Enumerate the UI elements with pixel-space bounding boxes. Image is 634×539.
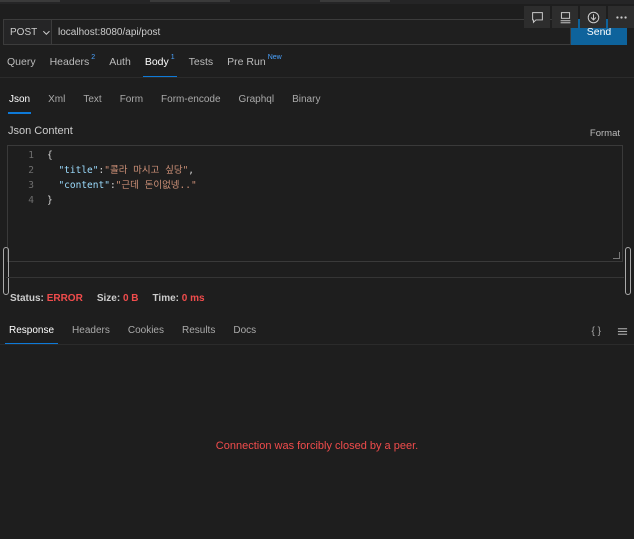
status-value: ERROR [46,293,83,304]
tab-label: Auth [109,56,131,68]
code-area[interactable]: { "title":"콜라 마시고 싶당", "content":"근데 돈이없… [47,148,197,208]
format-button[interactable]: Format [590,128,620,139]
json-content-title: Json Content [8,125,73,137]
body-tab-graphql[interactable]: Graphql [230,94,284,116]
body-tab-text[interactable]: Text [74,94,110,116]
line-number: 1 [28,150,34,161]
tab-auth[interactable]: Auth [102,56,138,78]
braces-icon[interactable]: { } [592,326,601,337]
request-tabs: Query Headers 2 Auth Body 1 Tests Pre Run New [0,54,634,78]
json-string: "콜라 마시고 싶당" [104,165,189,176]
line-number: 4 [28,195,34,206]
method-select[interactable]: POST [3,19,52,45]
tab-body[interactable]: Body 1 [138,54,182,78]
top-strip [0,0,634,4]
tab-headers[interactable]: Headers 2 [43,54,103,78]
request-tabs-divider [0,77,634,78]
layout-icon[interactable] [552,6,578,28]
body-tab-json[interactable]: Json [0,94,39,116]
body-type-tabs: Json Xml Text Form Form-encode Graphql Binary [0,94,329,116]
status-item: Status: ERROR [10,293,83,304]
floating-actions [524,6,634,28]
comment-icon[interactable] [524,6,550,28]
json-editor[interactable]: 1 2 3 4 { "title":"콜라 마시고 싶당", "content":"근… [7,145,623,262]
tab-label: Body [144,56,169,68]
tab-tests[interactable]: Tests [182,56,221,78]
tab-badge: 1 [170,54,175,61]
response-tab-response[interactable]: Response [0,325,63,345]
response-tabs: Response Headers Cookies Results Docs [0,325,265,345]
tab-badge: New [267,54,282,61]
json-string: "근데 돈이없넹.." [115,180,197,191]
response-error-message: Connection was forcibly closed by a peer… [215,440,419,452]
json-punctuation [47,165,58,176]
tab-query[interactable]: Query [0,56,43,78]
menu-icon[interactable] [617,326,628,337]
code-line: "content":"근데 돈이없넹.." [47,178,197,193]
code-line: "title":"콜라 마시고 싶당", [47,163,197,178]
tab-pre-run[interactable]: Pre Run New [220,54,289,78]
time-item: Time: 0 ms [152,293,205,304]
chevron-down-icon [43,30,51,35]
json-key: "title" [58,165,99,176]
tab-label: Query [7,56,36,68]
json-punctuation: { [47,150,53,161]
method-label: POST [10,26,38,38]
body-tab-form[interactable]: Form [111,94,152,116]
response-tabs-divider [0,344,634,345]
response-tab-headers[interactable]: Headers [63,325,119,345]
code-line: } [47,193,197,208]
resize-handle[interactable] [613,252,620,259]
body-tab-xml[interactable]: Xml [39,94,74,116]
line-number-gutter: 1 2 3 4 [8,148,34,208]
size-item: Size: 0 B [96,293,139,304]
line-number: 3 [28,180,34,191]
tab-label: Tests [188,56,214,68]
tab-label: Pre Run [227,56,266,68]
download-icon[interactable] [580,6,606,28]
tab-badge: 2 [91,54,96,61]
body-tab-form-encode[interactable]: Form-encode [152,94,229,116]
response-tab-results[interactable]: Results [173,325,224,345]
json-key: "content" [58,180,110,191]
body-tab-binary[interactable]: Binary [283,94,329,116]
response-tab-cookies[interactable]: Cookies [119,325,173,345]
json-punctuation: , [188,165,195,176]
code-line: { [47,148,197,163]
response-actions: { } [592,326,628,337]
json-punctuation [47,180,58,191]
status-bar: Status: ERROR Size: 0 B Time: 0 ms [10,293,205,304]
json-punctuation: } [47,195,53,206]
response-tab-docs[interactable]: Docs [224,325,265,345]
line-number: 2 [28,165,34,176]
url-input[interactable]: localhost:8080/api/post [52,19,571,45]
right-splitter-handle[interactable] [625,247,631,295]
size-value: 0 B [122,293,139,304]
time-value: 0 ms [181,293,205,304]
left-splitter-handle[interactable] [3,247,9,295]
tab-label: Headers [49,56,90,68]
more-icon[interactable] [608,6,634,28]
panel-divider[interactable] [6,277,624,278]
